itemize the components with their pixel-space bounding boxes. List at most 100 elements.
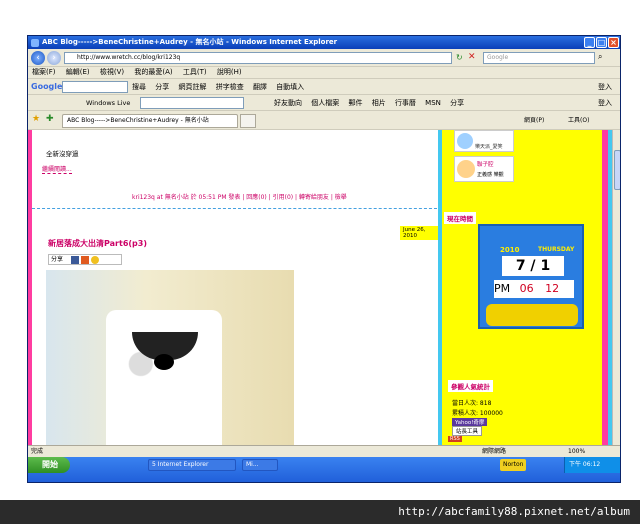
- tools-menu[interactable]: 工具(O): [568, 115, 589, 124]
- facebook-icon[interactable]: [70, 255, 79, 264]
- live-item-msn[interactable]: MSN: [425, 97, 441, 109]
- menu-bar: 檔案(F) 編輯(E) 檢視(V) 我的最愛(A) 工具(T) 說明(H): [28, 67, 620, 79]
- menu-help[interactable]: 說明(H): [217, 67, 242, 78]
- task-word-label: Mi...: [246, 461, 259, 468]
- tab-active[interactable]: ABC Blog----->BeneChristine+Audrey - 無名小…: [62, 114, 238, 128]
- friend-card-2[interactable]: 聯子腔 正義感 樂觀: [454, 156, 514, 182]
- clock-year: 2010: [500, 246, 520, 254]
- friend-caption: 正義感 樂觀: [477, 172, 504, 178]
- scroll-thumb[interactable]: [614, 150, 620, 190]
- live-search-input[interactable]: [140, 97, 244, 109]
- navigation-bar: ‹ › http://www.wretch.cc/blog/kri123q ↻ …: [28, 49, 620, 67]
- live-item-friends[interactable]: 好友動向: [274, 97, 302, 109]
- status-text: 完成: [31, 448, 44, 455]
- task-ie[interactable]: 5 Internet Explorer: [148, 459, 236, 471]
- clock-ampm: PM: [494, 282, 511, 295]
- share-button[interactable]: 分享: [155, 81, 169, 93]
- spellcheck-button[interactable]: 拼字檢查: [216, 81, 244, 93]
- plurk-icon[interactable]: [80, 255, 89, 264]
- maximize-button[interactable]: □: [596, 37, 607, 48]
- zoom-level[interactable]: 100%: [568, 446, 585, 457]
- task-ie-label: 5 Internet Explorer: [152, 461, 209, 468]
- clock-day: 1: [540, 258, 551, 274]
- page-menu[interactable]: 網頁(P): [524, 115, 544, 124]
- clock-hour: 06: [519, 282, 534, 295]
- avatar: [457, 133, 473, 149]
- menu-edit[interactable]: 編輯(E): [66, 67, 90, 78]
- status-bar: 完成 網際網路 100%: [28, 445, 620, 457]
- clock-weekday: THURSDAY: [538, 246, 575, 253]
- post-title[interactable]: 新居落成大出清Part6(p3): [48, 238, 147, 249]
- ie-window: ABC Blog----->BeneChristine+Audrey - 無名小…: [27, 35, 621, 483]
- rss-badge[interactable]: RSS: [448, 436, 462, 442]
- minimize-button[interactable]: _: [584, 37, 595, 48]
- sunflower-decoration: [486, 304, 578, 326]
- clock-time: PM 06 12: [494, 280, 574, 298]
- address-text: http://www.wretch.cc/blog/kri123q: [77, 54, 181, 61]
- menu-file[interactable]: 檔案(F): [32, 67, 56, 78]
- norton-button[interactable]: Norton: [500, 459, 527, 471]
- google-search-button[interactable]: 搜尋: [132, 81, 146, 93]
- translate-button[interactable]: 翻譯: [253, 81, 267, 93]
- clock-date: 7 / 1: [502, 256, 564, 276]
- back-icon[interactable]: ‹: [31, 51, 45, 65]
- live-item-photos[interactable]: 相片: [372, 97, 386, 109]
- clock-month: 7: [515, 258, 526, 274]
- friend-name: 樂天派_愛笑: [475, 144, 503, 150]
- close-button[interactable]: ×: [608, 37, 619, 48]
- page-content: 全新沒穿過 繼續閱讀... kri123q at 無名小站 於 05:51 PM…: [28, 130, 620, 445]
- live-item-calendar[interactable]: 行事曆: [395, 97, 416, 109]
- live-signin[interactable]: 登入: [598, 97, 612, 109]
- search-icon[interactable]: ⌕: [598, 52, 602, 62]
- live-item-profile[interactable]: 個人檔案: [311, 97, 339, 109]
- menu-view[interactable]: 檢視(V): [100, 67, 124, 78]
- zone-indicator: 網際網路: [482, 448, 507, 455]
- forward-icon[interactable]: ›: [47, 51, 61, 65]
- favorites-star-icon[interactable]: ★: [32, 114, 40, 124]
- continue-link[interactable]: 繼續閱讀...: [42, 164, 72, 174]
- new-tab-button[interactable]: [240, 114, 256, 128]
- share-widget[interactable]: 分享: [48, 254, 122, 265]
- stop-icon[interactable]: ✕: [468, 52, 476, 62]
- title-bar[interactable]: ABC Blog----->BeneChristine+Audrey - 無名小…: [28, 36, 620, 49]
- google-toolbar-items: 搜尋 分享 網頁註解 拼字檢查 翻譯 自動填入: [132, 81, 311, 93]
- add-favorite-icon[interactable]: ✚: [46, 114, 54, 124]
- tray-clock: 下午 06:12: [569, 461, 601, 468]
- dress-bow: [154, 354, 174, 370]
- live-item-share[interactable]: 分享: [450, 97, 464, 109]
- windows-live-toolbar: Windows Live 好友動向 個人檔案 郵件 相片 行事曆 MSN 分享 …: [28, 95, 620, 111]
- google-signin[interactable]: 登入: [598, 81, 612, 93]
- share-label: 分享: [51, 256, 64, 263]
- windows-live-label: Windows Live: [86, 99, 131, 107]
- live-item-mail[interactable]: 郵件: [348, 97, 362, 109]
- menu-favorites[interactable]: 我的最愛(A): [134, 67, 172, 78]
- time-heading: 現在時間: [444, 212, 476, 224]
- google-logo: Google: [31, 82, 63, 91]
- google-search-input[interactable]: [62, 81, 128, 93]
- search-placeholder: Google: [487, 54, 509, 61]
- ie-icon: [31, 39, 39, 47]
- vertical-scrollbar[interactable]: [612, 130, 620, 445]
- start-button[interactable]: 開始: [28, 457, 70, 473]
- tab-label: ABC Blog----->BeneChristine+Audrey - 無名小…: [67, 117, 209, 124]
- friend-card-1[interactable]: 樂天派_愛笑: [454, 130, 514, 152]
- autofill-button[interactable]: 自動填入: [276, 81, 304, 93]
- refresh-icon[interactable]: ↻: [456, 53, 463, 62]
- menu-tools[interactable]: 工具(T): [183, 67, 207, 78]
- clock-minute: 12: [545, 282, 560, 295]
- address-input[interactable]: http://www.wretch.cc/blog/kri123q: [64, 52, 452, 64]
- smiley-icon[interactable]: [90, 255, 99, 264]
- post-meta[interactable]: kri123q at 無名小站 於 05:51 PM 發表 | 回應(0) | …: [132, 192, 432, 201]
- post-date: June 26, 2010: [400, 226, 442, 240]
- visitors-today: 當日人次: 818: [452, 400, 492, 407]
- task-word[interactable]: Mi...: [242, 459, 278, 471]
- visitors-total: 累積人次: 100000: [452, 410, 503, 417]
- start-label: 開始: [42, 460, 58, 469]
- avatar: [457, 160, 475, 178]
- yahoo-badge[interactable]: Yahoo!奇摩: [452, 418, 488, 426]
- annotate-button[interactable]: 網頁註解: [178, 81, 206, 93]
- intro-text: 全新沒穿過: [46, 150, 79, 158]
- friend-name: 聯子腔: [477, 162, 494, 168]
- search-input[interactable]: Google: [483, 52, 595, 64]
- webmaster-tools-button[interactable]: 站長工具: [452, 426, 483, 436]
